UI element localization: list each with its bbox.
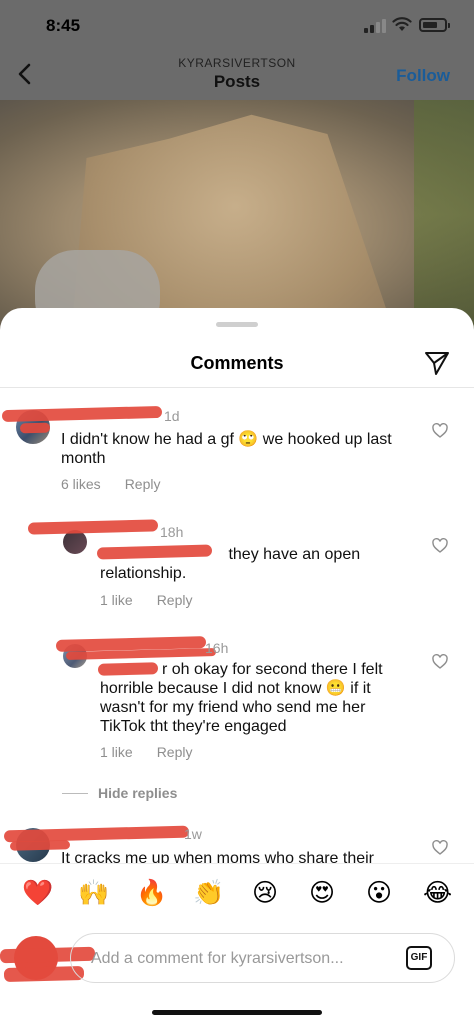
comment-input-box: GIF	[70, 933, 455, 983]
post-background: 8:45 KYRARSIVERTSON Posts Follow	[0, 0, 474, 330]
battery-icon	[419, 18, 450, 32]
comment-input[interactable]	[91, 946, 381, 972]
nav-bar: KYRARSIVERTSON Posts Follow	[0, 50, 474, 100]
status-time: 8:45	[46, 16, 81, 35]
emoji-reaction-bar: ❤️ 🙌 🔥 👏 😢 😍 😮 😂	[0, 863, 474, 923]
emoji-clap-button[interactable]: 👏	[193, 878, 224, 908]
gif-button[interactable]: GIF	[406, 946, 432, 970]
emoji-cry-button[interactable]: 😢	[252, 878, 278, 908]
comments-sheet: Comments 1d I didn't know he had a gf 🙄 …	[0, 308, 474, 1025]
emoji-fire-button[interactable]: 🔥	[136, 878, 167, 908]
comment-composer: GIF	[0, 923, 474, 993]
comment-item: 1w It cracks me up when moms who share t…	[0, 308, 474, 863]
emoji-surprised-button[interactable]: 😮	[366, 878, 392, 908]
follow-button[interactable]: Follow	[396, 66, 450, 86]
emoji-laughing-button[interactable]: 😂	[423, 878, 452, 908]
emoji-heart-button[interactable]: ❤️	[22, 878, 53, 908]
emoji-heart-eyes-button[interactable]: 😍	[309, 878, 335, 908]
post-photo	[0, 100, 474, 330]
wifi-icon	[392, 17, 412, 31]
comment-text: It cracks me up when moms who share thei…	[61, 850, 375, 863]
comment-time: 1w	[184, 826, 202, 842]
emoji-raised-hands-button[interactable]: 🙌	[78, 878, 109, 908]
home-indicator	[152, 1010, 322, 1015]
heart-icon[interactable]	[432, 840, 448, 856]
status-bar: 8:45	[0, 0, 474, 50]
cellular-signal-icon	[364, 19, 386, 33]
